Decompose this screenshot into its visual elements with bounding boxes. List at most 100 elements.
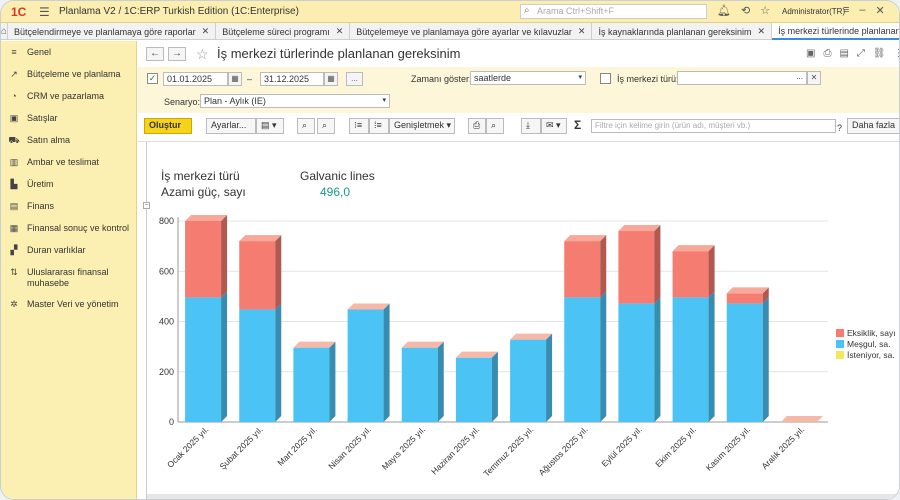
hamburger-menu-icon[interactable]: ☰	[39, 5, 53, 19]
history-icon[interactable]: ⟲	[741, 4, 750, 17]
bar-0	[564, 297, 601, 422]
sidebar-item-production[interactable]: ▙ Üretim	[1, 179, 137, 190]
minimize-icon[interactable]: –	[859, 4, 865, 17]
link-icon[interactable]: ⛓	[873, 48, 886, 59]
home-icon[interactable]: ⌂	[1, 23, 9, 40]
sidebar-item-label: Satışlar	[27, 113, 58, 123]
bar-top	[564, 235, 607, 242]
close-tab-icon[interactable]: ✕	[578, 26, 586, 37]
close-tab-icon[interactable]: ✕	[336, 26, 344, 37]
print-button[interactable]: ⎙	[468, 118, 486, 134]
calendar-from-icon[interactable]: ▦	[228, 72, 242, 86]
bag-icon: ▣	[9, 113, 19, 123]
close-tab-icon[interactable]: ✕	[202, 26, 210, 37]
chart-icon: ↗	[10, 69, 18, 79]
tab-budget-schedule[interactable]: Bütçeleme süreci programı ✕	[216, 23, 351, 40]
back-button[interactable]: ←	[146, 47, 164, 61]
tab-work-center-types[interactable]: İş merkezi türlerinde planlanan gereksin…	[772, 23, 899, 40]
help-icon[interactable]: ?	[837, 123, 842, 133]
expand-rows-icon[interactable]: ⁞≡	[369, 118, 389, 134]
x-tick-label: Ekim 2025 yıl.	[653, 424, 698, 469]
collapse-icon[interactable]: ⁝≡	[349, 118, 369, 134]
sidebar-item-master-data[interactable]: ✲ Master Veri ve yönetim	[1, 299, 137, 310]
settings-menu-icon[interactable]: ≡	[843, 4, 849, 17]
sidebar-item-label: Finansal sonuç ve kontrol	[27, 223, 130, 233]
bar-top	[239, 235, 282, 242]
tab-work-resources[interactable]: İş kaynaklarında planlanan gereksinim ✕	[592, 23, 773, 40]
sidebar-item-fixed-assets[interactable]: ▞ Duran varlıklar	[1, 245, 137, 256]
print-icon[interactable]: ⎙	[823, 48, 831, 59]
preview-button[interactable]: ⌕	[486, 118, 504, 134]
sidebar-item-sales[interactable]: ▣ Satışlar	[1, 113, 137, 124]
bar-top	[347, 303, 390, 310]
bar-0	[185, 297, 222, 422]
pie-icon: ◔	[11, 91, 17, 101]
legend-label: Meşgul, sa.	[847, 339, 890, 349]
sidebar-item-ifrs[interactable]: ⇅ Uluslararası finansal muhasebe	[1, 267, 137, 289]
period-checkbox[interactable]: ✓	[147, 73, 158, 84]
close-tab-icon[interactable]: ✕	[758, 26, 766, 37]
cancel-search-icon[interactable]: ⌕	[317, 118, 335, 134]
sidebar-item-budgeting[interactable]: ↗ Bütçeleme ve planlama	[1, 69, 137, 80]
report-area[interactable]: − İş merkezi türü Azami güç, sayı Galvan…	[138, 141, 899, 499]
more-icon[interactable]: ⋮	[894, 48, 899, 59]
create-button[interactable]: Oluştur	[144, 118, 192, 134]
find-icon[interactable]: ⌕	[297, 118, 315, 134]
variant-dropdown[interactable]: ▤ ▾	[256, 118, 284, 134]
expand-button[interactable]: Genişletmek ▾	[389, 118, 455, 134]
bar-0	[347, 309, 384, 422]
x-tick-label: Nisan 2025 yıl.	[326, 424, 373, 471]
x-tick-label: Aralık 2025 yıl.	[759, 424, 806, 471]
sidebar-item-general[interactable]: ≡ Genel	[1, 47, 137, 58]
sidebar-item-finance[interactable]: ▤ Finans	[1, 201, 137, 212]
more-button[interactable]: Daha fazla	[847, 118, 899, 134]
list-icon: ≡	[11, 47, 17, 57]
bar-side	[708, 245, 715, 298]
save-icon[interactable]: ▣	[806, 48, 815, 59]
tab-label: Bütçelendirmeye ve planlamaya göre rapor…	[14, 26, 196, 37]
star-icon[interactable]: ☆	[760, 4, 770, 17]
bar-top	[401, 341, 444, 348]
filter-search-input[interactable]: Filtre için kelime girin (ürün adı, müşt…	[591, 119, 836, 133]
mail-dropdown[interactable]: ✉ ▾	[541, 118, 567, 134]
wc-type-field[interactable]: ...	[677, 71, 807, 85]
period-select-button[interactable]: ...	[346, 72, 363, 86]
sum-icon[interactable]: Σ	[574, 118, 581, 132]
date-to-field[interactable]: 31.12.2025	[260, 72, 324, 86]
legend-label: Eksiklik, sayı	[847, 328, 896, 338]
clear-icon[interactable]: ✕	[807, 71, 821, 85]
global-search-input[interactable]: ⌕ Arama Ctrl+Shift+F	[520, 4, 707, 19]
date-from-field[interactable]: 01.01.2025	[163, 72, 228, 86]
show-time-select[interactable]: saatlerde ▾	[470, 71, 586, 85]
select-more-icon[interactable]: ...	[796, 72, 803, 81]
download-icon[interactable]: ⤓	[521, 118, 541, 134]
wc-type-checkbox[interactable]	[600, 73, 611, 84]
tab-budget-settings[interactable]: Bütçelemeye ve planlamaya göre ayarlar v…	[350, 23, 593, 40]
bar-top	[455, 351, 498, 358]
bar-side	[329, 341, 336, 422]
scenario-select[interactable]: Plan - Aylık (IE) ▾	[200, 94, 390, 108]
main-content: ← → ☆ İş merkezi türlerinde planlanan ge…	[138, 41, 899, 499]
sidebar-item-crm[interactable]: ◔ CRM ve pazarlama	[1, 91, 137, 102]
close-window-icon[interactable]: ✕	[876, 4, 885, 17]
bar-1	[618, 231, 655, 304]
bar-1	[726, 293, 763, 304]
tab-label: Bütçelemeye ve planlamaya göre ayarlar v…	[356, 26, 572, 37]
calendar-to-icon[interactable]: ▦	[324, 72, 338, 86]
favorite-star-icon[interactable]: ☆	[196, 46, 209, 63]
wc-type-label: İş merkezi türü:	[617, 74, 679, 84]
sidebar-item-warehouse[interactable]: ▥ Ambar ve teslimat	[1, 157, 137, 168]
settings-button[interactable]: Ayarlar...	[206, 118, 256, 134]
bar-1	[185, 221, 222, 298]
preview-icon[interactable]: ▤	[839, 48, 848, 59]
expand-icon[interactable]: ⤢	[857, 48, 865, 59]
forward-button[interactable]: →	[168, 47, 186, 61]
tab-budget-reports[interactable]: Bütçelendirmeye ve planlamaya göre rapor…	[8, 23, 217, 40]
sidebar-item-purchasing[interactable]: ⛟ Satın alma	[1, 135, 137, 147]
sidebar-item-financial-result[interactable]: ▦ Finansal sonuç ve kontrol	[1, 223, 137, 234]
sidebar-item-label: Üretim	[27, 179, 54, 189]
x-tick-label: Şubat 2025 yıl.	[217, 424, 264, 471]
bell-icon[interactable]: 🔔︎	[717, 4, 731, 17]
user-name[interactable]: Administrator(TR)	[782, 7, 845, 16]
horizontal-scrollbar[interactable]	[147, 494, 899, 499]
